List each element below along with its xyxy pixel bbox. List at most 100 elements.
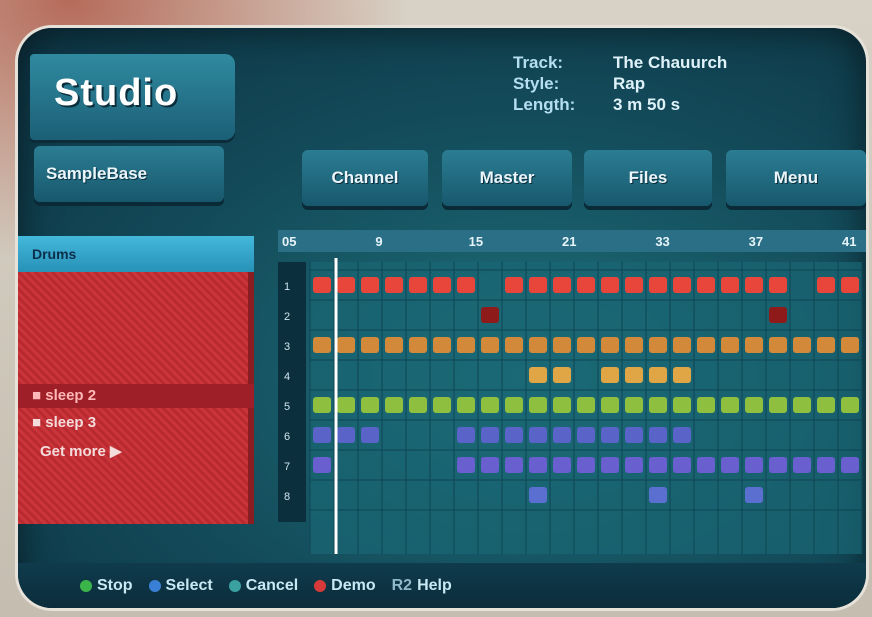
hint-help-label: Help <box>417 576 452 594</box>
hint-stop: Stop <box>80 577 133 595</box>
r2-button-icon: R2 <box>391 576 413 594</box>
sequencer-grid[interactable]: 05 9 15 21 33 37 41 1 2 3 4 5 6 7 8 <box>254 214 866 554</box>
hint-select-label: Select <box>165 576 213 594</box>
red-button-icon <box>314 579 327 592</box>
sequencer-note <box>745 487 763 503</box>
sequencer-note <box>601 367 619 383</box>
sequencer-note <box>625 427 643 443</box>
length-label: Length: <box>513 95 576 114</box>
sequencer-note <box>433 337 451 353</box>
sequencer-note <box>721 277 739 293</box>
category-tab-drums[interactable]: Drums <box>18 236 254 272</box>
sample-item-sleep-3[interactable]: ■ sleep 3 <box>32 414 96 431</box>
master-button[interactable]: Master <box>442 150 572 206</box>
sequencer-note <box>697 457 715 473</box>
sequencer-note <box>601 427 619 443</box>
sequencer-note <box>673 427 691 443</box>
hint-select: Select <box>148 576 213 595</box>
sequencer-note <box>673 367 691 383</box>
sequencer-note <box>313 457 331 473</box>
sequencer-note <box>625 277 643 293</box>
files-button[interactable]: Files <box>584 150 712 206</box>
sequencer-note <box>673 397 691 413</box>
track-name-row: Track: The Chauurch <box>513 52 843 73</box>
hint-demo-label: Demo <box>331 576 376 594</box>
sequencer-note <box>433 397 451 413</box>
sequencer-note <box>577 277 595 293</box>
sequencer-note <box>745 397 763 413</box>
sequencer-note <box>577 397 595 413</box>
samplebase-button[interactable]: SampleBase <box>34 146 224 202</box>
row-number-label: 3 <box>284 341 290 353</box>
sequencer-note <box>409 337 427 353</box>
sequencer-svg[interactable]: 05 9 15 21 33 37 41 1 2 3 4 5 6 7 8 <box>254 214 866 554</box>
row-number-label: 6 <box>284 431 290 443</box>
sequencer-note <box>817 337 835 353</box>
sequencer-note <box>577 427 595 443</box>
hint-help: R2 Help <box>392 577 452 595</box>
track-value: The Chauurch <box>613 53 728 72</box>
bar-number-label: 33 <box>655 234 669 249</box>
sequencer-note <box>697 397 715 413</box>
track-info: Track: The Chauurch Style: Rap Length: 3… <box>513 52 843 115</box>
sequencer-note <box>505 457 523 473</box>
style-value: Rap <box>613 74 646 93</box>
sequencer-note <box>505 337 523 353</box>
sequencer-note <box>625 397 643 413</box>
sequencer-note <box>313 397 331 413</box>
hint-demo: Demo <box>314 576 376 595</box>
bar-number-label: 15 <box>469 234 483 249</box>
sequencer-note <box>793 337 811 353</box>
sequencer-note <box>409 277 427 293</box>
sequencer-note <box>457 457 475 473</box>
sequencer-note <box>649 487 667 503</box>
sequencer-note <box>337 337 355 353</box>
sequencer-note <box>457 397 475 413</box>
sequencer-note <box>385 277 403 293</box>
sequencer-note <box>529 487 547 503</box>
channel-button[interactable]: Channel <box>302 150 428 206</box>
menu-button[interactable]: Menu <box>726 150 866 206</box>
row-number-label: 1 <box>284 281 290 293</box>
sequencer-note <box>601 277 619 293</box>
hint-cancel-label: Cancel <box>245 576 299 594</box>
sequencer-note <box>625 457 643 473</box>
sequencer-note <box>673 337 691 353</box>
sequencer-note <box>625 367 643 383</box>
bar-number-label: 41 <box>842 234 856 249</box>
sequencer-note <box>529 397 547 413</box>
sequencer-note <box>481 427 499 443</box>
game-screen: Studio Track: The Chauurch Style: Rap Le… <box>18 28 866 608</box>
sequencer-note <box>313 277 331 293</box>
sequencer-note <box>553 457 571 473</box>
sequencer-note <box>817 397 835 413</box>
row-number-column <box>278 262 306 522</box>
sequencer-note <box>625 337 643 353</box>
hint-cancel: Cancel <box>228 576 299 595</box>
bar-number-label: 05 <box>282 234 296 249</box>
sequencer-note <box>841 457 859 473</box>
sequencer-note <box>841 277 859 293</box>
get-more-link[interactable]: Get more ▶ <box>40 442 122 460</box>
bar-number-label: 37 <box>749 234 763 249</box>
row-number-label: 8 <box>284 491 290 503</box>
sequencer-note <box>529 277 547 293</box>
sequencer-note <box>745 277 763 293</box>
sequencer-note <box>721 397 739 413</box>
sequencer-note <box>649 367 667 383</box>
sequencer-note <box>649 397 667 413</box>
sample-item-sleep-2[interactable]: ■ sleep 2 <box>18 384 254 408</box>
sequencer-note <box>481 307 499 323</box>
sequencer-note <box>553 367 571 383</box>
sequencer-note <box>601 457 619 473</box>
sequencer-note <box>385 337 403 353</box>
sequencer-note <box>553 337 571 353</box>
sequencer-note <box>673 277 691 293</box>
sequencer-note <box>481 457 499 473</box>
sequencer-note <box>361 337 379 353</box>
sequencer-note <box>385 397 403 413</box>
sequencer-note <box>817 277 835 293</box>
sequencer-note <box>361 277 379 293</box>
sequencer-note <box>601 337 619 353</box>
sequencer-note <box>577 337 595 353</box>
